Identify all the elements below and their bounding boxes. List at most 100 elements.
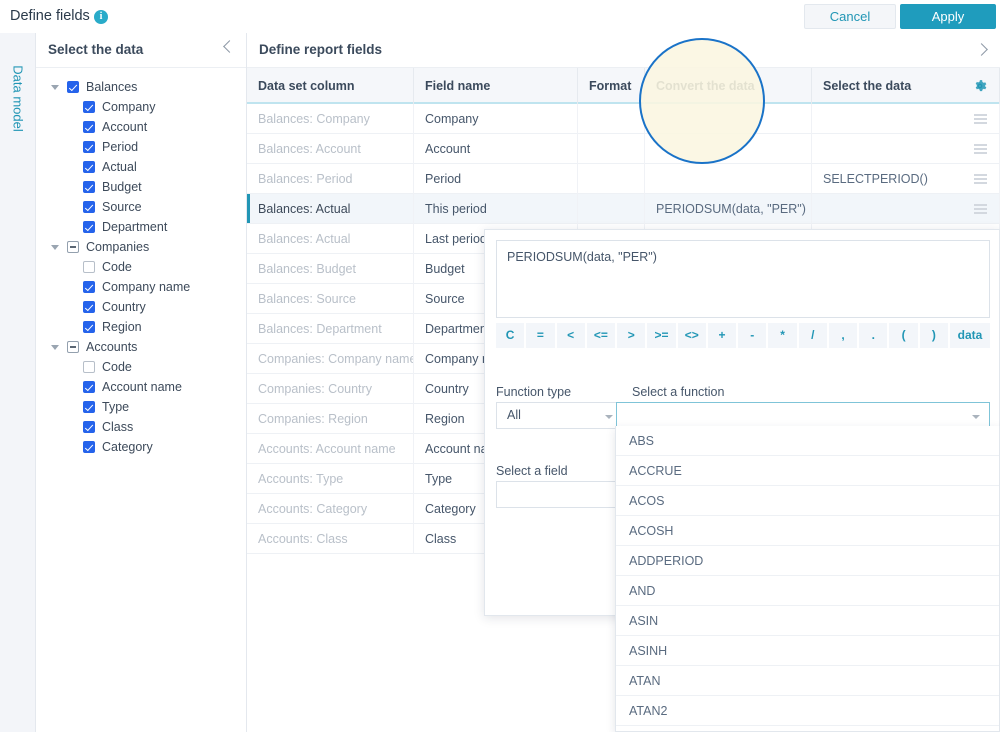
tree-item-class[interactable]: Class [36, 417, 246, 437]
tree-item-accounts[interactable]: Accounts [36, 337, 246, 357]
function-option-ATAN2[interactable]: ATAN2 [616, 696, 999, 726]
column-header-data-set-column[interactable]: Data set column [247, 68, 414, 104]
checkbox[interactable] [83, 181, 95, 193]
function-option-ASIN[interactable]: ASIN [616, 606, 999, 636]
drag-handle-icon[interactable] [974, 204, 987, 214]
cell-source[interactable]: Companies: Country [247, 374, 414, 404]
cell-source[interactable]: Accounts: Account name [247, 434, 414, 464]
chevron-right-icon[interactable] [975, 43, 988, 56]
checkbox[interactable] [83, 441, 95, 453]
operator-button-,[interactable]: , [828, 323, 858, 348]
table-row[interactable]: Balances: Period Period SELECTPERIOD() [247, 164, 1000, 194]
column-header-field-name[interactable]: Field name [414, 68, 578, 104]
function-option-ABS[interactable]: ABS [616, 426, 999, 456]
checkbox[interactable] [83, 261, 95, 273]
cell-source[interactable]: Companies: Region [247, 404, 414, 434]
twisty-icon[interactable] [51, 245, 59, 250]
function-option-ACOSH[interactable]: ACOSH [616, 516, 999, 546]
cell-select[interactable] [812, 104, 1000, 134]
operator-button-.[interactable]: . [859, 323, 888, 348]
checkbox[interactable] [83, 281, 95, 293]
cell-source[interactable]: Balances: Department [247, 314, 414, 344]
cell-convert[interactable] [645, 134, 812, 164]
tree-item-category[interactable]: Category [36, 437, 246, 457]
cell-format[interactable] [578, 194, 645, 224]
gear-icon[interactable] [973, 79, 987, 93]
cell-convert[interactable] [645, 104, 812, 134]
operator-button-C[interactable]: C [496, 323, 525, 348]
function-option-AND[interactable]: AND [616, 576, 999, 606]
checkbox[interactable] [83, 321, 95, 333]
checkbox[interactable] [83, 421, 95, 433]
checkbox[interactable] [83, 401, 95, 413]
operator-button-=[interactable]: = [526, 323, 555, 348]
function-option-ACOS[interactable]: ACOS [616, 486, 999, 516]
checkbox[interactable] [67, 241, 79, 253]
cell-source[interactable]: Accounts: Class [247, 524, 414, 554]
select-field-input[interactable] [496, 481, 623, 508]
drag-handle-icon[interactable] [974, 174, 987, 184]
column-header-select-the-data[interactable]: Select the data [812, 68, 1000, 104]
checkbox[interactable] [67, 341, 79, 353]
checkbox[interactable] [83, 361, 95, 373]
cell-format[interactable] [578, 134, 645, 164]
cell-source[interactable]: Balances: Period [247, 164, 414, 194]
tree-item-code[interactable]: Code [36, 357, 246, 377]
cell-source[interactable]: Accounts: Type [247, 464, 414, 494]
cell-source[interactable]: Balances: Actual [247, 224, 414, 254]
tree-item-period[interactable]: Period [36, 137, 246, 157]
checkbox[interactable] [83, 381, 95, 393]
chevron-left-icon[interactable] [223, 40, 236, 53]
operator-button-data[interactable]: data [950, 323, 990, 348]
tree-item-source[interactable]: Source [36, 197, 246, 217]
operator-button-*[interactable]: * [768, 323, 797, 348]
function-option-ATAN[interactable]: ATAN [616, 666, 999, 696]
tree-item-budget[interactable]: Budget [36, 177, 246, 197]
cell-source[interactable]: Balances: Source [247, 284, 414, 314]
checkbox[interactable] [83, 121, 95, 133]
cell-field[interactable]: Account [414, 134, 578, 164]
function-type-select[interactable]: All [496, 402, 623, 429]
operator-button-+[interactable]: + [707, 323, 737, 348]
checkbox[interactable] [83, 301, 95, 313]
operator-button-([interactable]: ( [889, 323, 918, 348]
cell-convert[interactable] [645, 164, 812, 194]
tree-item-actual[interactable]: Actual [36, 157, 246, 177]
operator-button-)[interactable]: ) [919, 323, 948, 348]
operator-button-<=[interactable]: <= [586, 323, 616, 348]
twisty-icon[interactable] [51, 345, 59, 350]
function-option-ACCRUE[interactable]: ACCRUE [616, 456, 999, 486]
cell-field[interactable]: Company [414, 104, 578, 134]
twisty-icon[interactable] [51, 85, 59, 90]
checkbox[interactable] [83, 101, 95, 113]
tree-item-department[interactable]: Department [36, 217, 246, 237]
formula-input[interactable]: PERIODSUM(data, "PER") [496, 240, 990, 318]
select-function-input[interactable] [616, 402, 990, 429]
info-icon[interactable]: i [94, 10, 108, 24]
cell-source[interactable]: Balances: Budget [247, 254, 414, 284]
cancel-button[interactable]: Cancel [804, 4, 896, 29]
tree-item-country[interactable]: Country [36, 297, 246, 317]
apply-button[interactable]: Apply [900, 4, 996, 29]
tree-item-company-name[interactable]: Company name [36, 277, 246, 297]
tree-item-region[interactable]: Region [36, 317, 246, 337]
operator-button->[interactable]: > [617, 323, 646, 348]
function-option-ASINH[interactable]: ASINH [616, 636, 999, 666]
rail-tab-data-model[interactable]: Data model [11, 62, 26, 136]
cell-format[interactable] [578, 104, 645, 134]
cell-source[interactable]: Balances: Company [247, 104, 414, 134]
tree-item-code[interactable]: Code [36, 257, 246, 277]
cell-field[interactable]: This period [414, 194, 578, 224]
operator-button->=[interactable]: >= [647, 323, 676, 348]
checkbox[interactable] [67, 81, 79, 93]
tree-item-balances[interactable]: Balances [36, 77, 246, 97]
cell-select[interactable]: SELECTPERIOD() [812, 164, 1000, 194]
cell-select[interactable] [812, 134, 1000, 164]
operator-button-/[interactable]: / [798, 323, 827, 348]
tree-item-companies[interactable]: Companies [36, 237, 246, 257]
table-row[interactable]: Balances: Actual This period PERIODSUM(dat… [247, 194, 1000, 224]
cell-field[interactable]: Period [414, 164, 578, 194]
tree-item-type[interactable]: Type [36, 397, 246, 417]
table-row[interactable]: Balances: Company Company [247, 104, 1000, 134]
cell-source[interactable]: Balances: Account [247, 134, 414, 164]
